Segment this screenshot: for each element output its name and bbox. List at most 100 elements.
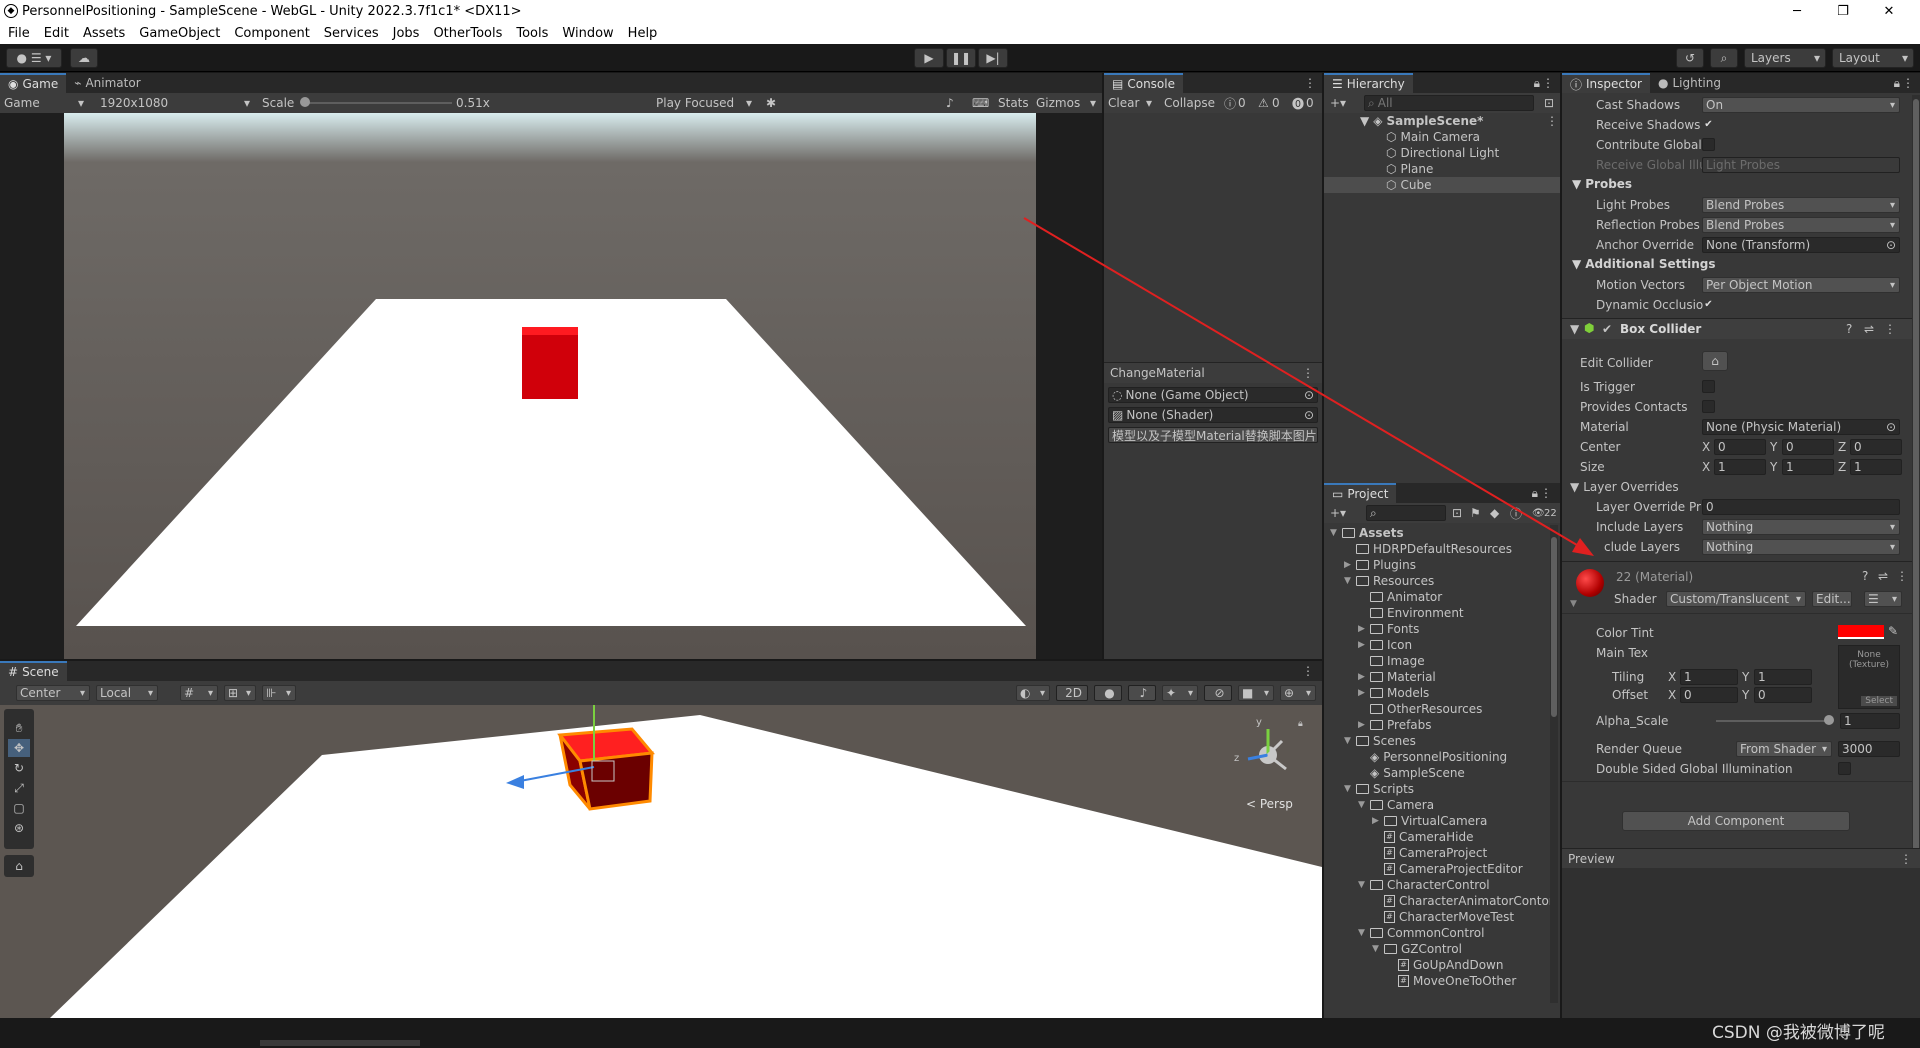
physic-material-field[interactable]: None (Physic Material) ⊙: [1702, 419, 1900, 435]
scale-tool-button[interactable]: ⤢: [8, 779, 30, 797]
menu-jobs[interactable]: Jobs: [393, 26, 420, 41]
eyedropper-icon[interactable]: ✎: [1888, 624, 1898, 638]
move-tool-button[interactable]: ✥: [8, 739, 30, 757]
project-item[interactable]: # CameraProjectEditor: [1372, 861, 1523, 877]
expand-arrow-icon[interactable]: ▼: [1358, 880, 1370, 890]
search-options-icon[interactable]: ⊡: [1544, 96, 1554, 110]
bug-icon[interactable]: ✱: [766, 96, 776, 110]
project-item[interactable]: ▼ CommonControl: [1358, 925, 1484, 941]
offset-x-field[interactable]: 0: [1680, 687, 1738, 703]
double-sided-gi-checkbox[interactable]: [1838, 762, 1851, 775]
project-item[interactable]: ▼ Scripts: [1344, 781, 1414, 797]
object-picker-icon[interactable]: ⊙: [1886, 420, 1896, 434]
expand-arrow-icon[interactable]: ▶: [1358, 672, 1370, 682]
project-item[interactable]: HDRPDefaultResources: [1344, 541, 1512, 557]
render-queue-dropdown[interactable]: From Shader: [1736, 741, 1832, 757]
color-tint-swatch[interactable]: [1838, 625, 1884, 639]
expand-arrow-icon[interactable]: ▼: [1330, 528, 1342, 538]
kebab-menu-icon[interactable]: ⋮: [1896, 569, 1908, 583]
project-item[interactable]: ▶ Material: [1358, 669, 1436, 685]
tab-hierarchy[interactable]: ☰ Hierarchy: [1324, 73, 1413, 93]
project-item[interactable]: ▼ CharacterControl: [1358, 877, 1490, 893]
inspector-scrollbar-thumb[interactable]: [1913, 99, 1919, 907]
size-x-field[interactable]: 1: [1714, 459, 1766, 475]
expand-arrow-icon[interactable]: ▼: [1344, 784, 1356, 794]
kebab-menu-icon[interactable]: ⋮: [1542, 76, 1554, 90]
project-item[interactable]: ▶ Models: [1358, 685, 1429, 701]
project-item[interactable]: ▼ GZControl: [1372, 941, 1462, 957]
tab-project[interactable]: ▭ Project: [1324, 483, 1397, 503]
alpha-scale-slider-handle[interactable]: [1824, 715, 1834, 725]
object-picker-icon[interactable]: ⊙: [1886, 238, 1896, 252]
project-item[interactable]: ▼ Camera: [1358, 797, 1434, 813]
center-z-field[interactable]: 0: [1850, 439, 1902, 455]
lock-icon[interactable]: 🔒︎: [1532, 486, 1538, 501]
offset-y-field[interactable]: 0: [1754, 687, 1812, 703]
search-button[interactable]: ⌕: [1710, 48, 1738, 68]
project-item[interactable]: ▼ Resources: [1344, 573, 1434, 589]
tiling-x-field[interactable]: 1: [1680, 669, 1738, 685]
tab-console[interactable]: ▤ Console: [1104, 73, 1183, 93]
grid-visibility-dropdown[interactable]: ⊞: [224, 685, 256, 701]
preview-header[interactable]: Preview ⋮: [1562, 848, 1920, 868]
collapse-arrow-icon[interactable]: ▼: [1570, 599, 1577, 609]
kebab-menu-icon[interactable]: ⋮: [1902, 76, 1914, 90]
search-by-type-icon[interactable]: ⊡: [1452, 506, 1462, 520]
persp-label[interactable]: < Persp: [1246, 797, 1293, 811]
tab-scene[interactable]: # Scene: [0, 661, 67, 681]
step-button[interactable]: ▶|: [978, 48, 1008, 68]
expand-arrow-icon[interactable]: ▼: [1358, 928, 1370, 938]
scene-root-item[interactable]: ▼ ◈ SampleScene* ⋮: [1360, 113, 1558, 129]
add-button[interactable]: +▾: [1330, 506, 1346, 520]
probes-header[interactable]: ▼ Probes: [1572, 177, 1632, 191]
hierarchy-item-cube[interactable]: ⬡ Cube: [1324, 177, 1560, 193]
render-queue-field[interactable]: 3000: [1838, 741, 1900, 757]
menu-tools[interactable]: Tools: [516, 26, 548, 41]
center-y-field[interactable]: 0: [1782, 439, 1834, 455]
expand-arrow-icon[interactable]: ▶: [1358, 640, 1370, 650]
project-item[interactable]: ▶ Fonts: [1358, 621, 1419, 637]
close-window-button[interactable]: ✕: [1866, 0, 1912, 22]
layer-override-priority-field[interactable]: 0: [1702, 499, 1900, 515]
maximize-button[interactable]: ❐: [1820, 0, 1866, 22]
kebab-menu-icon[interactable]: ⋮: [1900, 852, 1912, 866]
gizmos-dropdown[interactable]: ⊕: [1280, 685, 1316, 701]
size-y-field[interactable]: 1: [1782, 459, 1834, 475]
draw-mode-dropdown[interactable]: ◐: [1016, 685, 1050, 701]
tex-select-button[interactable]: Select: [1861, 696, 1897, 706]
contribute-gi-checkbox[interactable]: [1702, 138, 1715, 151]
expand-arrow-icon[interactable]: ▼: [1344, 576, 1356, 586]
scene-viewport[interactable]: ✋︎ ✥ ↻ ⤢ ▢ ⊛ ⌂ y z 🔒︎ < Persp: [0, 705, 1322, 1018]
tab-game[interactable]: ◉ Game: [0, 73, 67, 93]
pause-button[interactable]: ❚❚: [946, 48, 976, 68]
project-item[interactable]: # GoUpAndDown: [1386, 957, 1503, 973]
transform-tool-button[interactable]: ⊛: [8, 819, 30, 837]
expand-arrow-icon[interactable]: ▶: [1358, 720, 1370, 730]
shader-dropdown[interactable]: Custom/Translucent: [1666, 591, 1806, 607]
resolution-dropdown[interactable]: 1920x1080: [100, 96, 168, 110]
tiling-y-field[interactable]: 1: [1754, 669, 1812, 685]
expand-arrow-icon[interactable]: ▶: [1358, 688, 1370, 698]
project-item[interactable]: ◈ PersonnelPositioning: [1358, 749, 1507, 765]
include-layers-dropdown[interactable]: Nothing: [1702, 519, 1900, 535]
kebab-menu-icon[interactable]: ⋮: [1304, 76, 1316, 90]
info-icon[interactable]: ⓘ: [1510, 505, 1522, 522]
is-trigger-checkbox[interactable]: [1702, 380, 1715, 393]
additional-settings-header[interactable]: ▼ Additional Settings: [1572, 257, 1715, 271]
edit-shader-button[interactable]: Edit...: [1812, 591, 1852, 607]
expand-arrow-icon[interactable]: ▶: [1344, 560, 1356, 570]
menu-help[interactable]: Help: [628, 26, 658, 41]
lock-icon[interactable]: 🔒︎: [1298, 719, 1303, 729]
warning-icon[interactable]: ⚠: [1258, 96, 1269, 110]
center-x-field[interactable]: 0: [1714, 439, 1766, 455]
layer-overrides-foldout[interactable]: ▼ Layer Overrides: [1570, 479, 1679, 495]
minimize-button[interactable]: ─: [1774, 0, 1820, 22]
expand-arrow-icon[interactable]: ▶: [1358, 624, 1370, 634]
expand-arrow-icon[interactable]: ▼: [1344, 736, 1356, 746]
gizmos-button[interactable]: Gizmos: [1036, 96, 1080, 110]
play-focused-dropdown[interactable]: Play Focused: [656, 96, 734, 110]
alpha-scale-slider-track[interactable]: [1716, 720, 1828, 722]
menu-file[interactable]: File: [8, 26, 30, 41]
project-scrollbar-thumb[interactable]: [1551, 537, 1557, 717]
cast-shadows-dropdown[interactable]: On: [1702, 97, 1900, 113]
